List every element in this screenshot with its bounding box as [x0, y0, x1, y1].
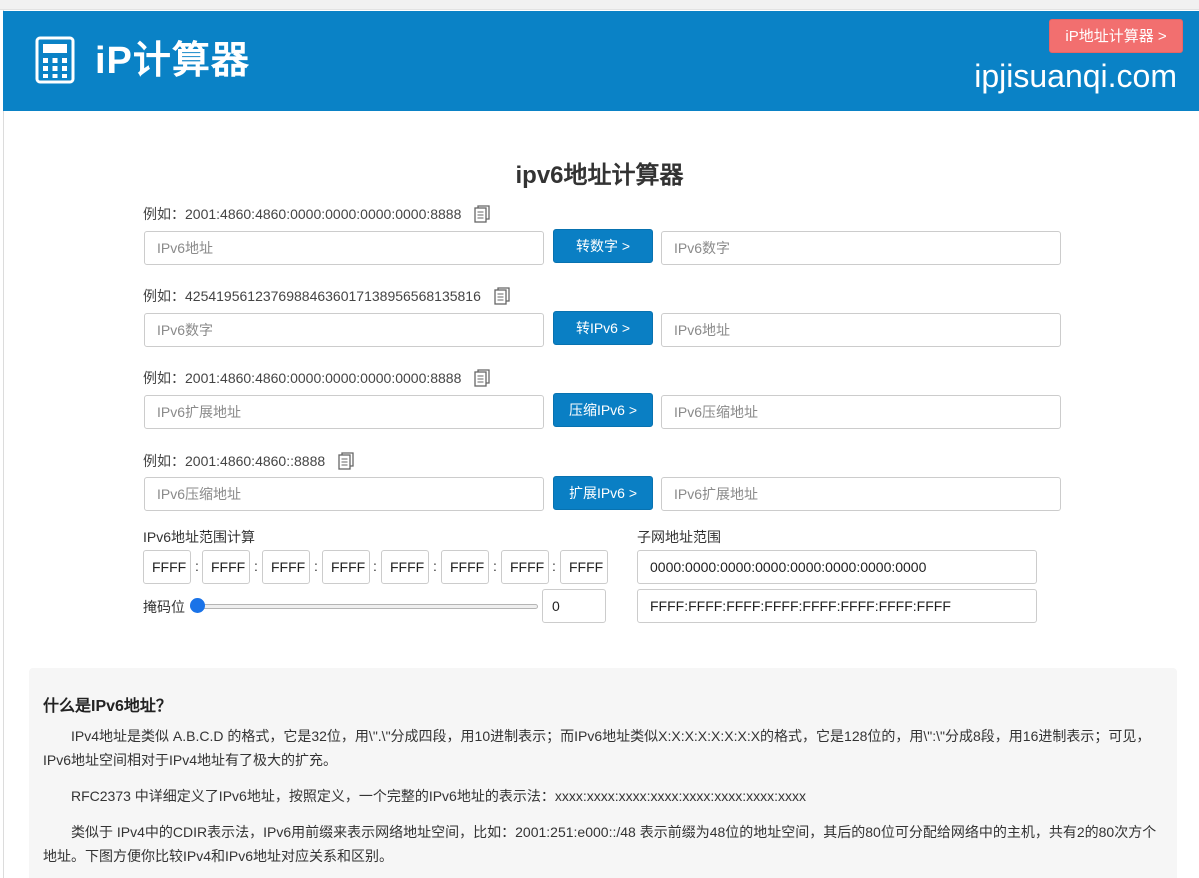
ipv6-segment-5[interactable]: FFFF	[381, 550, 429, 584]
slider-thumb[interactable]	[190, 598, 205, 613]
copy-icon[interactable]	[474, 369, 491, 387]
ipv6-segment-8[interactable]: FFFF	[560, 550, 608, 584]
copy-icon[interactable]	[494, 287, 510, 305]
example-label: 例如：2001:4860:4860:0000:0000:0000:0000:88…	[143, 206, 462, 222]
segment-separator: :	[195, 558, 199, 574]
ipv6-segment-6[interactable]: FFFF	[441, 550, 489, 584]
ipv6-segment-2[interactable]: FFFF	[202, 550, 250, 584]
info-heading: 什么是IPv6地址？	[43, 698, 172, 715]
ipv6-segment-3[interactable]: FFFF	[262, 550, 310, 584]
segment-separator: :	[493, 558, 497, 574]
ipv6-segment-1[interactable]: FFFF	[143, 550, 191, 584]
ipv6-address-input[interactable]	[144, 231, 544, 265]
compress-ipv6-button[interactable]: 压缩IPv6 >	[553, 393, 653, 427]
calculator-icon	[35, 36, 75, 84]
site-domain: ipjisuanqi.com	[974, 58, 1177, 94]
mask-bits-label: 掩码位	[143, 599, 185, 615]
copy-icon[interactable]	[338, 452, 354, 470]
segment-separator: :	[552, 558, 556, 574]
mask-bits-input[interactable]: 0	[542, 589, 606, 623]
example-text-row-4: 例如：2001:4860:4860::8888	[143, 451, 354, 471]
segment-separator: :	[314, 558, 318, 574]
ipv6-number-input[interactable]	[144, 313, 544, 347]
ipv6-expanded-input[interactable]	[144, 395, 544, 429]
ipv6-address-output[interactable]	[661, 313, 1061, 347]
ipv6-compressed-output[interactable]	[661, 395, 1061, 429]
example-label: 例如：2001:4860:4860::8888	[143, 453, 326, 469]
ipv6-segment-4[interactable]: FFFF	[322, 550, 370, 584]
ipv6-segment-7[interactable]: FFFF	[501, 550, 549, 584]
example-text-row-1: 例如：2001:4860:4860:0000:0000:0000:0000:88…	[143, 204, 491, 224]
example-text-row-2: 例如：4254195612376988463601713895656813581…	[143, 286, 510, 306]
ipv6-compressed-input[interactable]	[144, 477, 544, 511]
info-paragraph-3: 类似于 IPv4中的CDIR表示法，IPv6用前缀来表示网络地址空间，比如：20…	[43, 824, 1157, 864]
ipv6-number-output[interactable]	[661, 231, 1061, 265]
browser-top-strip	[0, 0, 1199, 10]
segment-separator: :	[254, 558, 258, 574]
slider-track	[190, 604, 538, 609]
expand-ipv6-button[interactable]: 扩展IPv6 >	[553, 476, 653, 510]
range-calc-label: IPv6地址范围计算	[143, 529, 256, 545]
to-number-button[interactable]: 转数字 >	[553, 229, 653, 263]
segment-separator: :	[433, 558, 437, 574]
example-label: 例如：4254195612376988463601713895656813581…	[143, 288, 481, 304]
subnet-end-address[interactable]: FFFF:FFFF:FFFF:FFFF:FFFF:FFFF:FFFF:FFFF	[637, 589, 1037, 623]
page-title: ipv6地址计算器	[515, 162, 684, 189]
to-ipv6-button[interactable]: 转IPv6 >	[553, 311, 653, 345]
segment-separator: :	[373, 558, 377, 574]
info-paragraph-1: IPv4地址是类似 A.B.C.D 的格式，它是32位，用\".\"分成四段，用…	[43, 728, 1151, 768]
example-label: 例如：2001:4860:4860:0000:0000:0000:0000:88…	[143, 370, 462, 386]
subnet-start-address[interactable]: 0000:0000:0000:0000:0000:0000:0000:0000	[637, 550, 1037, 584]
info-paragraph-2: RFC2373 中详细定义了IPv6地址，按照定义，一个完整的IPv6地址的表示…	[71, 788, 807, 804]
copy-icon[interactable]	[474, 205, 491, 223]
info-section: 什么是IPv6地址？ IPv4地址是类似 A.B.C.D 的格式，它是32位，用…	[29, 668, 1177, 878]
subnet-range-label: 子网地址范围	[637, 529, 721, 545]
example-text-row-3: 例如：2001:4860:4860:0000:0000:0000:0000:88…	[143, 368, 491, 388]
site-logo-text[interactable]: iP计算器	[95, 40, 250, 82]
ipv6-expanded-output[interactable]	[661, 477, 1061, 511]
site-header: iP计算器 iP地址计算器 > ipjisuanqi.com	[3, 11, 1199, 111]
mask-bits-slider[interactable]	[190, 597, 538, 615]
ip-calculator-button[interactable]: iP地址计算器 >	[1049, 19, 1183, 53]
